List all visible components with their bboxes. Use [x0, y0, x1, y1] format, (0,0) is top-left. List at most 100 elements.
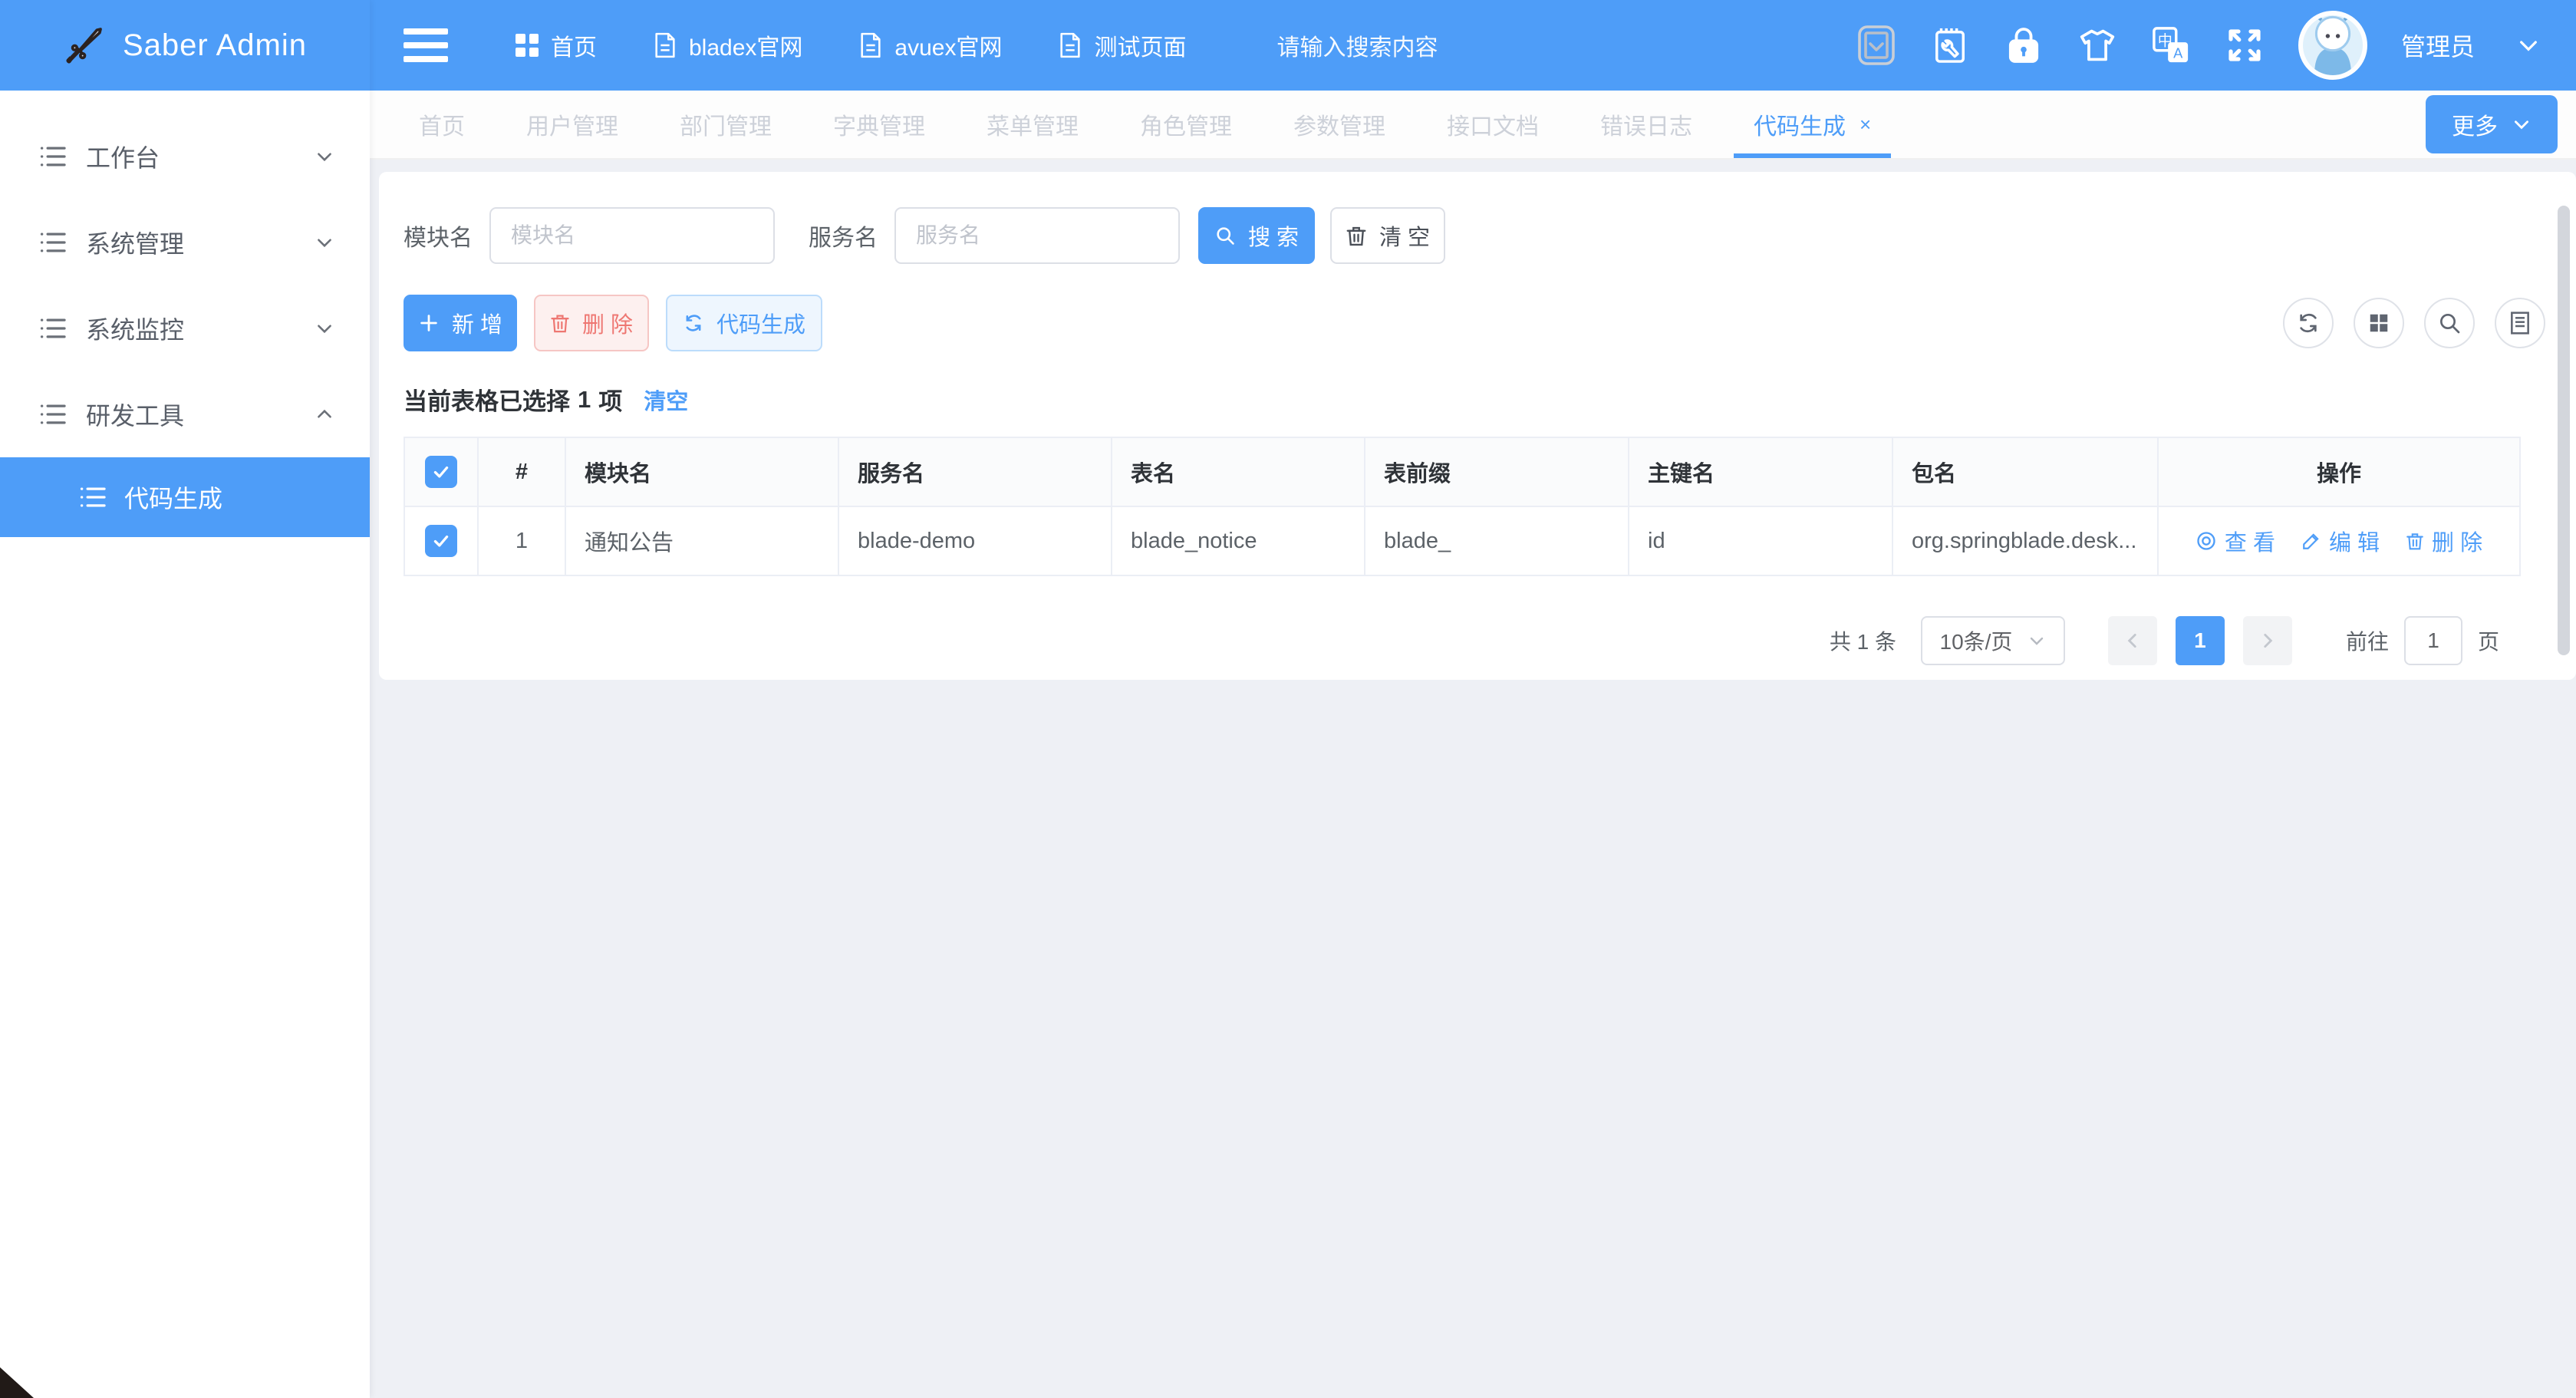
table-tools — [2283, 298, 2545, 348]
main-area: 首页 bladex官网 avuex官 — [370, 0, 2576, 1398]
tabbar: 首页 用户管理 部门管理 字典管理 菜单管理 角色管理 参数管理 接口文档 错误… — [370, 91, 2576, 160]
page-size-select[interactable]: 10条/页 — [1921, 616, 2065, 665]
chevron-up-icon — [315, 404, 334, 424]
cell-service: blade-demo — [838, 506, 1112, 575]
tab-code-generation[interactable]: 代码生成 × — [1723, 91, 1902, 158]
sidebar-item-dev-tools[interactable]: 研发工具 — [0, 371, 370, 457]
col-index: # — [478, 437, 565, 506]
username[interactable]: 管理员 — [2401, 28, 2475, 63]
content-area: 模块名 服务名 搜 索 清 空 — [370, 160, 2576, 1398]
topnav-label: avuex官网 — [894, 28, 1002, 62]
sidebar-item-label: 系统管理 — [86, 225, 315, 260]
topnav-test-page[interactable]: 测试页面 — [1037, 0, 1207, 91]
tab-error-log[interactable]: 错误日志 — [1570, 91, 1723, 158]
tab-dict-management[interactable]: 字典管理 — [802, 91, 956, 158]
chevron-down-icon[interactable] — [2508, 25, 2548, 65]
topnav-bladex-site[interactable]: bladex官网 — [632, 0, 824, 91]
document-icon — [654, 32, 677, 58]
global-search-input[interactable]: 请输入搜索内容 — [1276, 28, 1438, 62]
app-logo[interactable]: Saber Admin — [0, 0, 370, 91]
fullscreen-icon[interactable] — [2225, 25, 2265, 65]
select-all-checkbox[interactable] — [425, 456, 457, 488]
prev-page-button[interactable] — [2108, 616, 2157, 665]
language-translate-icon[interactable]: 中 A — [2151, 25, 2191, 65]
tab-menu-management[interactable]: 菜单管理 — [956, 91, 1109, 158]
row-checkbox[interactable] — [425, 525, 457, 557]
sidebar-item-workbench[interactable]: 工作台 — [0, 114, 370, 199]
theme-tshirt-icon[interactable] — [2077, 25, 2117, 65]
view-row-link[interactable]: 查 看 — [2196, 525, 2275, 557]
refresh-icon[interactable] — [2283, 298, 2334, 348]
panel-toggle-icon[interactable] — [1856, 25, 1896, 65]
desktop-corner-artifact — [0, 1367, 34, 1398]
next-page-button[interactable] — [2243, 616, 2292, 665]
goto-page-input[interactable] — [2404, 616, 2462, 665]
tab-dept-management[interactable]: 部门管理 — [649, 91, 802, 158]
col-package: 包名 — [1892, 437, 2158, 506]
search-button[interactable]: 搜 索 — [1198, 207, 1315, 264]
list-icon — [40, 403, 66, 426]
col-table: 表名 — [1112, 437, 1365, 506]
add-button[interactable]: 新 增 — [404, 295, 517, 351]
tab-role-management[interactable]: 角色管理 — [1109, 91, 1263, 158]
sword-logo-icon — [63, 24, 106, 67]
table-row[interactable]: 1 通知公告 blade-demo blade_notice blade_ id… — [404, 506, 2520, 575]
column-settings-icon[interactable] — [2354, 298, 2404, 348]
col-actions: 操作 — [2158, 437, 2520, 506]
sidebar-item-label: 研发工具 — [86, 397, 315, 432]
collapse-menu-icon[interactable] — [404, 28, 448, 62]
col-prefix: 表前缀 — [1365, 437, 1629, 506]
list-icon — [40, 317, 66, 340]
col-service: 服务名 — [838, 437, 1112, 506]
selection-prefix: 当前表格已选择 — [404, 382, 570, 417]
service-name-input[interactable] — [894, 207, 1180, 264]
delete-row-link[interactable]: 删 除 — [2406, 525, 2482, 557]
tab-home[interactable]: 首页 — [388, 91, 496, 158]
clear-filters-button[interactable]: 清 空 — [1330, 207, 1445, 264]
module-name-label: 模块名 — [404, 219, 473, 252]
list-icon — [40, 231, 66, 254]
document-icon — [859, 32, 882, 58]
user-avatar[interactable] — [2298, 11, 2367, 80]
col-pk: 主键名 — [1629, 437, 1892, 506]
search-toggle-icon[interactable] — [2424, 298, 2475, 348]
app-root: Saber Admin 工作台 — [0, 0, 2576, 1398]
topnav-avuex-site[interactable]: avuex官网 — [838, 0, 1023, 91]
export-list-icon[interactable] — [2495, 298, 2545, 348]
pagination: 共 1 条 10条/页 1 前往 页 — [404, 616, 2545, 665]
topnav-home[interactable]: 首页 — [494, 0, 618, 91]
debug-tool-icon[interactable] — [1930, 25, 1970, 65]
sidebar-item-system-management[interactable]: 系统管理 — [0, 199, 370, 285]
sidebar-item-code-generation-active[interactable]: 代码生成 — [0, 457, 370, 537]
cell-index: 1 — [478, 506, 565, 575]
page-1-button[interactable]: 1 — [2176, 616, 2225, 665]
scrollbar-thumb[interactable] — [2558, 206, 2570, 655]
chevron-down-icon — [315, 232, 334, 252]
selection-suffix: 项 — [598, 382, 622, 417]
topnav-label: 首页 — [551, 28, 597, 62]
sidebar-item-system-monitor[interactable]: 系统监控 — [0, 285, 370, 371]
clear-selection-link[interactable]: 清空 — [644, 384, 688, 416]
selection-count: 1 — [578, 386, 591, 414]
close-tab-icon[interactable]: × — [1860, 113, 1871, 137]
tab-param-management[interactable]: 参数管理 — [1263, 91, 1416, 158]
tab-api-docs[interactable]: 接口文档 — [1416, 91, 1570, 158]
cell-module: 通知公告 — [565, 506, 838, 575]
chevron-down-icon — [315, 147, 334, 167]
app-title: Saber Admin — [123, 28, 307, 63]
tab-user-management[interactable]: 用户管理 — [496, 91, 649, 158]
module-name-input[interactable] — [489, 207, 775, 264]
delete-button[interactable]: 删 除 — [534, 295, 649, 351]
data-table: # 模块名 服务名 表名 表前缀 主键名 包名 操作 — [404, 437, 2521, 576]
lock-screen-icon[interactable] — [2004, 25, 2044, 65]
code-generate-button[interactable]: 代码生成 — [666, 295, 822, 351]
sidebar-item-label: 代码生成 — [124, 480, 222, 515]
chevron-down-icon — [2028, 631, 2046, 650]
topbar-actions: 中 A — [1856, 11, 2548, 80]
chevron-down-icon — [315, 318, 334, 338]
more-tabs-button[interactable]: 更多 — [2426, 95, 2558, 153]
topnav-label: 测试页面 — [1094, 28, 1186, 62]
sidebar-menu: 工作台 系统管理 — [0, 91, 370, 537]
sidebar-item-label: 系统监控 — [86, 311, 315, 346]
edit-row-link[interactable]: 编 辑 — [2301, 525, 2380, 557]
